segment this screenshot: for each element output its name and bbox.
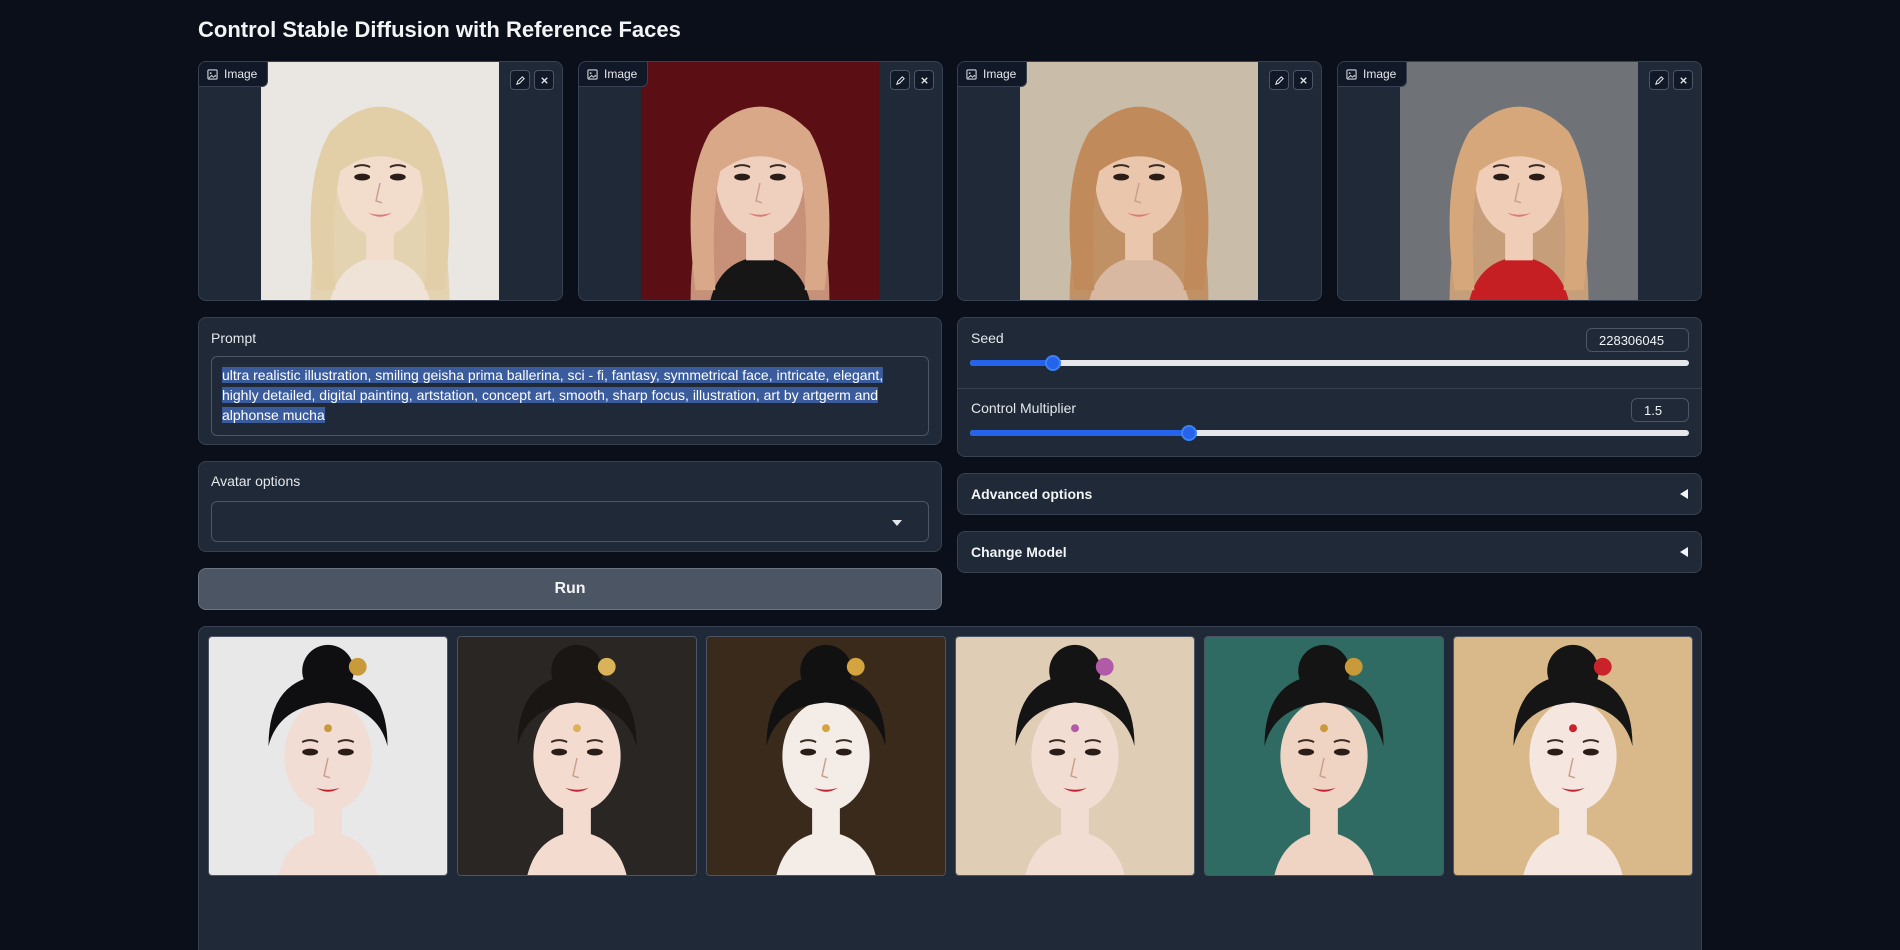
seed-slider-fill — [970, 360, 1053, 366]
reference-photo — [1400, 62, 1638, 300]
image-label: Image — [579, 62, 649, 87]
edit-button[interactable] — [1269, 70, 1289, 90]
avatar-options-panel: Avatar options — [198, 461, 942, 552]
reference-photo — [261, 62, 499, 300]
seed-label: Seed — [971, 330, 1004, 346]
edit-button[interactable] — [1649, 70, 1669, 90]
image-label-text: Image — [604, 67, 638, 81]
close-icon — [1679, 76, 1687, 84]
change-model-accordion[interactable]: Change Model — [957, 531, 1702, 573]
edit-button[interactable] — [890, 70, 910, 90]
image-label: Image — [958, 62, 1028, 87]
image-label: Image — [1338, 62, 1408, 87]
gallery-image[interactable] — [1453, 636, 1693, 876]
prompt-textarea[interactable]: ultra realistic illustration, smiling ge… — [211, 356, 929, 436]
triangle-left-icon — [1680, 489, 1688, 499]
run-button[interactable]: Run — [198, 568, 942, 610]
control-multiplier-number-input[interactable]: 1.5 — [1631, 398, 1689, 422]
edit-button[interactable] — [510, 70, 530, 90]
image-tools — [1269, 70, 1313, 90]
image-icon — [587, 68, 598, 80]
reference-image-panel[interactable]: Image — [578, 61, 943, 301]
avatar-options-label: Avatar options — [211, 473, 301, 489]
pencil-icon — [515, 75, 525, 85]
image-icon — [966, 68, 977, 80]
clear-button[interactable] — [914, 70, 934, 90]
close-icon — [920, 76, 928, 84]
image-label: Image — [199, 62, 269, 87]
pencil-icon — [1654, 75, 1664, 85]
control-multiplier-label: Control Multiplier — [971, 400, 1077, 416]
gallery-image[interactable] — [208, 636, 448, 876]
advanced-options-label: Advanced options — [971, 486, 1093, 502]
image-label-text: Image — [1363, 67, 1397, 81]
pencil-icon — [895, 75, 905, 85]
image-tools — [1649, 70, 1693, 90]
gallery-image[interactable] — [1204, 636, 1444, 876]
prompt-panel: Prompt ultra realistic illustration, smi… — [198, 317, 942, 445]
page-title: Control Stable Diffusion with Reference … — [198, 17, 681, 42]
control-multiplier-slider-thumb[interactable] — [1181, 425, 1198, 441]
image-icon — [207, 68, 218, 80]
seed-slider-track[interactable] — [970, 355, 1689, 371]
prompt-label: Prompt — [211, 330, 257, 346]
seed-number-input[interactable]: 228306045 — [1586, 328, 1689, 352]
reference-photo — [1020, 62, 1258, 300]
triangle-left-icon — [1680, 547, 1688, 557]
advanced-options-accordion[interactable]: Advanced options — [957, 473, 1702, 515]
change-model-label: Change Model — [971, 544, 1067, 560]
gallery-image[interactable] — [706, 636, 946, 876]
close-icon — [1299, 76, 1307, 84]
reference-image-panel[interactable]: Image — [1337, 61, 1702, 301]
chevron-down-icon — [892, 520, 902, 526]
divider — [958, 388, 1701, 389]
output-gallery — [198, 626, 1702, 950]
seed-slider-thumb[interactable] — [1044, 355, 1061, 371]
gallery-image[interactable] — [955, 636, 1195, 876]
gallery-image[interactable] — [457, 636, 697, 876]
close-icon — [540, 76, 548, 84]
clear-button[interactable] — [1673, 70, 1693, 90]
image-label-text: Image — [983, 67, 1017, 81]
reference-image-panel[interactable]: Image — [957, 61, 1322, 301]
pencil-icon — [1274, 75, 1284, 85]
image-icon — [1346, 68, 1357, 80]
clear-button[interactable] — [1293, 70, 1313, 90]
control-multiplier-slider-fill — [970, 430, 1190, 436]
reference-photo — [641, 62, 879, 300]
image-label-text: Image — [224, 67, 258, 81]
clear-button[interactable] — [534, 70, 554, 90]
control-multiplier-slider-track[interactable] — [970, 425, 1689, 441]
reference-image-panel[interactable]: Image — [198, 61, 563, 301]
image-tools — [890, 70, 934, 90]
sliders-panel: Seed 228306045 Control Multiplier 1.5 — [957, 317, 1702, 457]
prompt-text: ultra realistic illustration, smiling ge… — [222, 367, 884, 423]
image-tools — [510, 70, 554, 90]
avatar-options-dropdown[interactable] — [211, 501, 929, 542]
